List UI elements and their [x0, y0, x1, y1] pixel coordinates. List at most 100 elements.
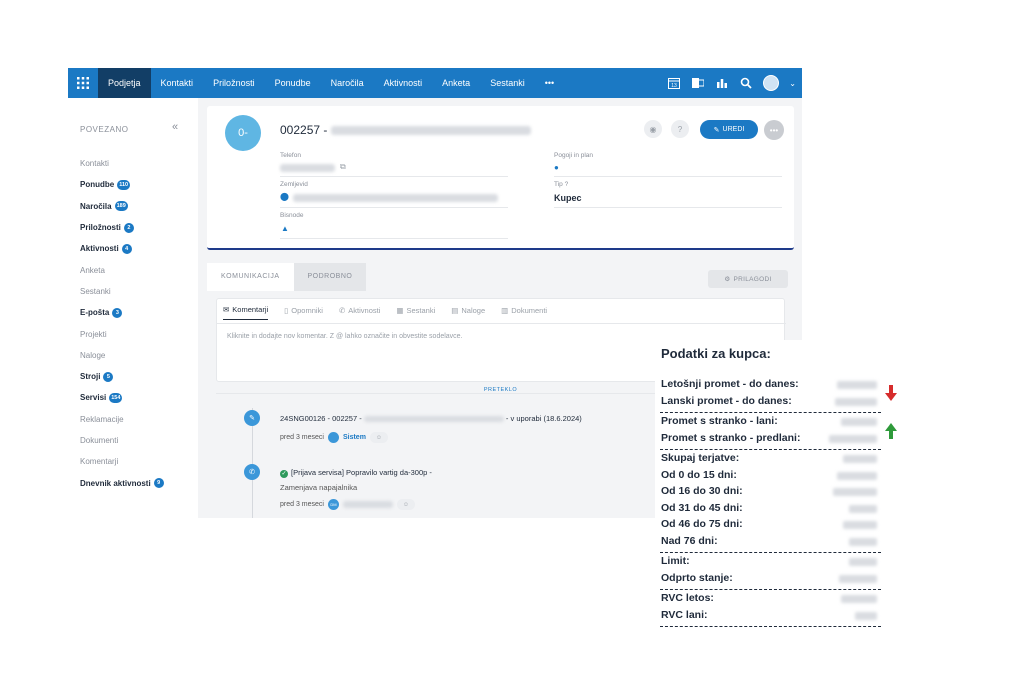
apps-grid-icon[interactable]	[68, 68, 98, 98]
nav-narocila[interactable]: Naročila	[321, 68, 374, 98]
nav-toolbar: 13 ⌄	[667, 68, 796, 98]
customize-label: PRILAGODI	[733, 275, 772, 283]
task-icon: ▤	[451, 305, 459, 315]
sidebar-item-sestanki[interactable]: Sestanki	[80, 281, 164, 302]
redacted-value	[855, 611, 877, 620]
tab-podrobno[interactable]: PODROBNO	[293, 263, 367, 291]
redacted-value	[843, 455, 877, 463]
collapse-icon[interactable]: «	[172, 121, 178, 133]
edit-button[interactable]: ✎ UREDI	[700, 120, 758, 139]
pogoji-label: Pogoji in plan	[554, 152, 594, 159]
timeline-entry-2-title[interactable]: ✓ [Prijava servisa] Popravilo vartig da-3…	[280, 468, 432, 478]
sidebar-item-e-po-ta[interactable]: E-pošta 3	[80, 302, 164, 323]
nav-more[interactable]: •••	[535, 68, 564, 98]
subtab-komentarji[interactable]: ✉ Komentarji	[223, 305, 269, 320]
nav-sestanki[interactable]: Sestanki	[480, 68, 535, 98]
edit-button-label: UREDI	[722, 126, 745, 133]
sidebar-item-reklamacije[interactable]: Reklamacije	[80, 409, 164, 430]
sidebar-item-aktivnosti[interactable]: Aktivnosti 4	[80, 238, 164, 259]
dashed-separator	[660, 412, 881, 413]
reaction-icon[interactable]: ☺	[369, 432, 388, 443]
panel-divider	[217, 323, 786, 324]
sidebar-item-prilo-nosti[interactable]: Priložnosti 2	[80, 217, 164, 238]
help-icon[interactable]: ?	[671, 120, 689, 138]
meeting-icon: ▦	[396, 305, 404, 315]
reports-chart-icon[interactable]	[715, 76, 729, 90]
related-sidebar: POVEZANO « Kontakti Ponudbe 110 Naročila 189…	[68, 98, 198, 518]
timeline-entry-1-title[interactable]: 24SNG00126 - 002257 - - v uporabi (18.6.…	[280, 414, 582, 423]
map-pin-icon[interactable]: ⬤	[280, 192, 289, 201]
subtab-opomniki[interactable]: ▯ Opomniki	[284, 305, 323, 320]
sidebar-item-dnevnik-aktivnosti[interactable]: Dnevnik aktivnosti 9	[80, 472, 164, 493]
dashed-separator	[660, 449, 881, 450]
sidebar-item-label: Dnevnik aktivnosti	[80, 478, 151, 488]
redacted-value	[841, 418, 877, 426]
watch-eye-icon[interactable]: ◉	[644, 120, 662, 138]
sidebar-item-naro-ila[interactable]: Naročila 189	[80, 196, 164, 217]
gear-icon: ⚙	[724, 276, 731, 283]
entry-2-time: pred 3 meseci	[280, 501, 324, 508]
pencil-icon: ✎	[713, 126, 720, 134]
redacted-value	[835, 397, 877, 406]
zemljevid-label: Zemljevid	[280, 181, 308, 188]
sidebar-item-label: Kontakti	[80, 159, 109, 169]
entry-1-time: pred 3 meseci	[280, 434, 324, 441]
nav-anketa[interactable]: Anketa	[432, 68, 480, 98]
user-avatar[interactable]	[763, 75, 780, 91]
more-actions-button[interactable]: •••	[764, 120, 784, 140]
redacted-user-name	[342, 501, 393, 508]
redacted-value	[841, 595, 877, 603]
sidebar-item-komentarji[interactable]: Komentarji	[80, 451, 164, 472]
subtab-sestanki-label: Sestanki	[406, 305, 436, 315]
tip-label: Tip ?	[554, 181, 568, 188]
subtab-naloge[interactable]: ▤ Naloge	[451, 305, 485, 320]
customer-info-label: Promet s stranko - predlani:	[661, 431, 801, 444]
phone-icon: ✆	[244, 464, 260, 480]
comment-input[interactable]: Kliknite in dodajte nov komentar. Z @ la…	[227, 333, 463, 340]
outlook-icon[interactable]	[691, 76, 705, 90]
entry-1-user[interactable]: Sistem	[343, 434, 366, 441]
redacted-value	[837, 471, 877, 480]
redacted-value	[843, 521, 877, 529]
record-header-card: 0- 002257 - ◉ ? ✎ UREDI ••• Telefon ⧉ Ze…	[207, 106, 794, 250]
info-icon[interactable]: ●	[554, 163, 559, 172]
redacted-address	[293, 194, 498, 202]
nav-aktivnosti[interactable]: Aktivnosti	[374, 68, 433, 98]
sidebar-item-dokumenti[interactable]: Dokumenti	[80, 430, 164, 451]
calendar-icon[interactable]: 13	[667, 76, 681, 90]
sidebar-item-projekti[interactable]: Projekti	[80, 323, 164, 344]
sidebar-item-ponudbe[interactable]: Ponudbe 110	[80, 174, 164, 195]
tip-divider	[554, 207, 782, 208]
reaction-icon[interactable]: ☺	[396, 499, 415, 510]
customer-info-label: Nad 76 dni:	[661, 534, 718, 547]
nav-podjetja[interactable]: Podjetja	[98, 68, 151, 98]
calendar-day: 13	[672, 83, 678, 89]
tab-komunikacija[interactable]: KOMUNIKACIJA	[207, 263, 294, 291]
count-badge: 3	[112, 307, 123, 318]
bisnode-chart-icon[interactable]: ▲	[281, 224, 289, 233]
sidebar-item-kontakti[interactable]: Kontakti	[80, 153, 164, 174]
search-icon[interactable]	[739, 76, 753, 90]
subtab-aktivnosti[interactable]: ✆ Aktivnosti	[339, 305, 380, 320]
check-icon: ✓	[280, 470, 288, 478]
customer-info-label: Letošnji promet - do danes:	[661, 378, 799, 390]
customize-button[interactable]: ⚙ PRILAGODI	[708, 270, 788, 288]
nav-priloznosti[interactable]: Priložnosti	[203, 68, 265, 98]
chevron-down-icon[interactable]: ⌄	[789, 79, 796, 88]
sidebar-item-servisi[interactable]: Servisi 154	[80, 387, 164, 408]
record-tabs: KOMUNIKACIJA PODROBNO	[207, 263, 367, 291]
nav-kontakti[interactable]: Kontakti	[151, 68, 204, 98]
sidebar-item-stroji[interactable]: Stroji 5	[80, 366, 164, 387]
subtab-sestanki[interactable]: ▦ Sestanki	[396, 305, 435, 320]
count-badge: 2	[123, 222, 134, 233]
copy-icon[interactable]: ⧉	[340, 162, 346, 172]
company-avatar: 0-	[225, 115, 261, 151]
customer-info-label: RVC letos:	[661, 592, 714, 604]
sidebar-item-label: Dokumenti	[80, 436, 119, 445]
nav-ponudbe[interactable]: Ponudbe	[265, 68, 321, 98]
count-badge: 5	[103, 371, 114, 382]
sidebar-item-anketa[interactable]: Anketa	[80, 259, 164, 280]
sidebar-item-naloge[interactable]: Naloge	[80, 345, 164, 366]
subtab-dokumenti[interactable]: ▥ Dokumenti	[501, 305, 547, 320]
redacted-machine-name	[363, 416, 504, 423]
